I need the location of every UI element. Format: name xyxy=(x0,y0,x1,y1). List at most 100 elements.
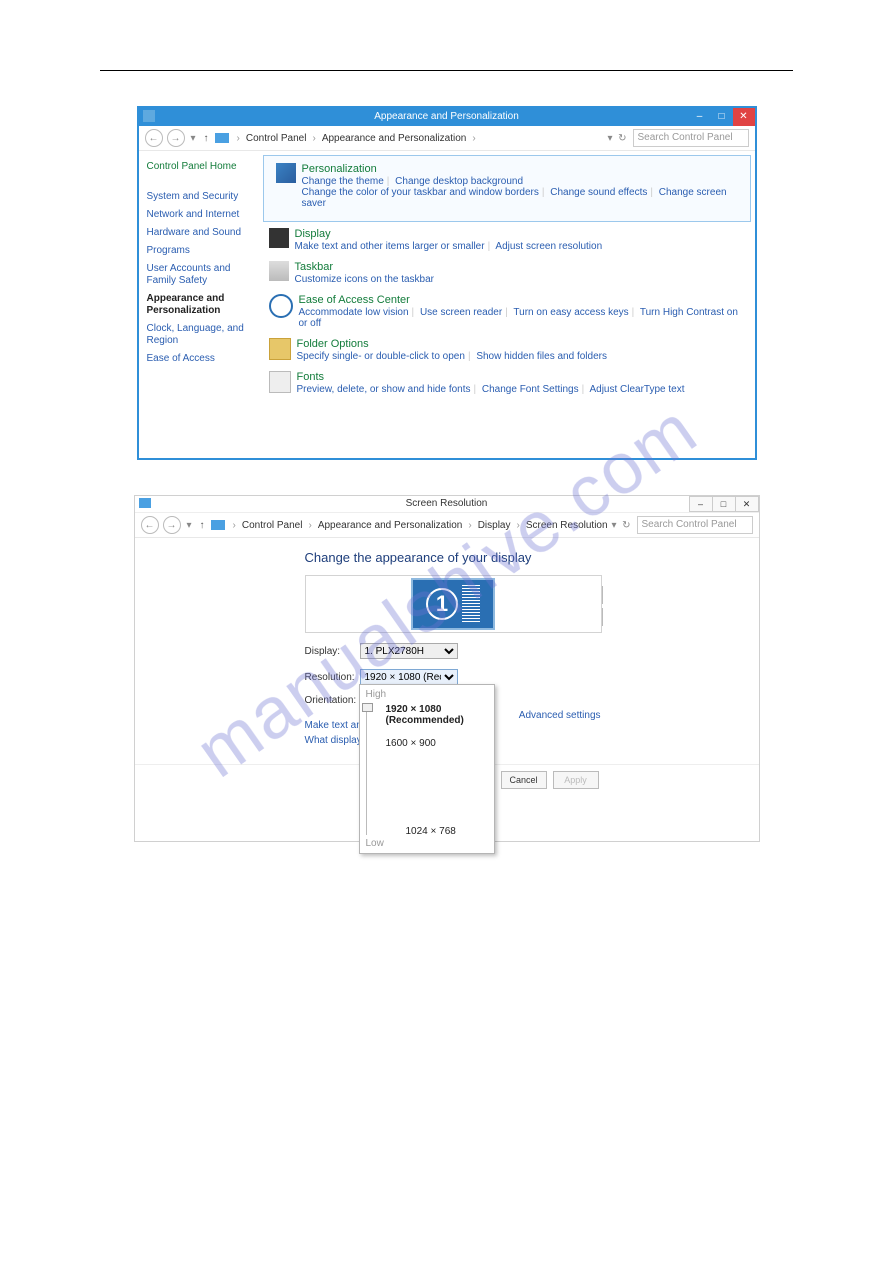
resolution-select[interactable]: 1920 × 1080 (Recommended) xyxy=(360,669,458,685)
resolution-option[interactable]: 1920 × 1080 (Recommended) xyxy=(386,704,488,726)
sublink[interactable]: Accommodate low vision xyxy=(299,307,409,318)
sidebar-item[interactable]: Hardware and Sound xyxy=(147,227,251,239)
sublink[interactable]: Make text and other items larger or smal… xyxy=(295,241,485,252)
sublink[interactable]: Change desktop background xyxy=(395,176,523,187)
crumb-2[interactable]: Appearance and Personalization xyxy=(322,133,467,144)
titlebar: Screen Resolution ‒ □ ✕ xyxy=(135,496,759,513)
sublink[interactable]: Change the color of your taskbar and win… xyxy=(302,187,539,198)
section-title[interactable]: Personalization xyxy=(302,163,738,175)
crumb-3[interactable]: Display xyxy=(478,520,511,531)
close-button[interactable]: ✕ xyxy=(735,496,759,512)
maximize-button[interactable]: □ xyxy=(711,108,733,126)
sublink[interactable]: Adjust ClearType text xyxy=(589,384,684,395)
back-button[interactable]: ← xyxy=(141,516,159,534)
forward-button[interactable]: → xyxy=(167,129,185,147)
breadcrumb-sep: › xyxy=(237,133,240,144)
section-folder-options: Folder Options Specify single- or double… xyxy=(263,336,751,364)
back-button[interactable]: ← xyxy=(145,129,163,147)
sublink[interactable]: Specify single- or double-click to open xyxy=(297,351,465,362)
sidebar-home[interactable]: Control Panel Home xyxy=(147,161,251,173)
monitor-icon: 1 xyxy=(411,578,495,630)
section-personalization: Personalization Change the theme| Change… xyxy=(270,161,744,211)
personalization-icon xyxy=(276,163,296,183)
slider-track[interactable] xyxy=(366,703,367,835)
sidebar-item[interactable]: Clock, Language, and Region xyxy=(147,323,251,347)
close-button[interactable]: ✕ xyxy=(733,108,755,126)
window-screen-resolution: Screen Resolution ‒ □ ✕ ← → ▾ ↑ › Contro… xyxy=(134,495,760,842)
section-ease-of-access: Ease of Access Center Accommodate low vi… xyxy=(263,292,751,331)
window-title: Appearance and Personalization xyxy=(374,111,519,122)
sublink[interactable]: Adjust screen resolution xyxy=(495,241,602,252)
slider-thumb[interactable] xyxy=(362,703,373,712)
minimize-button[interactable]: ‒ xyxy=(689,108,711,126)
nav-toolbar: ← → ▾ ↑ › Control Panel › Appearance and… xyxy=(139,126,755,151)
main-panel: Personalization Change the theme| Change… xyxy=(259,151,755,459)
section-fonts: Fonts Preview, delete, or show and hide … xyxy=(263,369,751,397)
folder-icon xyxy=(215,133,229,143)
search-input[interactable]: Search Control Panel xyxy=(633,129,749,147)
folder-options-icon xyxy=(269,338,291,360)
system-icon xyxy=(139,498,151,508)
section-display: Display Make text and other items larger… xyxy=(263,226,751,254)
sidebar: Control Panel Home System and Security N… xyxy=(139,151,259,459)
recent-dropdown[interactable]: ▾ xyxy=(187,520,192,531)
refresh-dropdown[interactable]: ▾ ↻ xyxy=(608,133,627,144)
display-preview[interactable]: 1 xyxy=(305,575,602,633)
refresh-dropdown[interactable]: ▾ ↻ xyxy=(612,520,631,531)
sublink[interactable]: Change Font Settings xyxy=(482,384,579,395)
window-appearance: Appearance and Personalization ‒ □ ✕ ← →… xyxy=(137,106,757,460)
sublink[interactable]: Preview, delete, or show and hide fonts xyxy=(297,384,471,395)
crumb-4[interactable]: Screen Resolution xyxy=(526,520,608,531)
section-title[interactable]: Folder Options xyxy=(297,338,607,350)
resolution-option[interactable]: 1600 × 900 xyxy=(386,738,488,749)
monitor-number: 1 xyxy=(426,588,458,620)
system-icon xyxy=(143,110,155,122)
sublink[interactable]: Turn on easy access keys xyxy=(513,307,628,318)
sublink[interactable]: Customize icons on the taskbar xyxy=(295,274,435,285)
recent-dropdown[interactable]: ▾ xyxy=(191,133,196,144)
resolution-dropdown[interactable]: High 1920 × 1080 (Recommended) 1600 × 90… xyxy=(359,684,495,854)
cancel-button[interactable]: Cancel xyxy=(501,771,547,789)
maximize-button[interactable]: □ xyxy=(712,496,736,512)
orientation-label: Orientation: xyxy=(305,695,360,706)
minimize-button[interactable]: ‒ xyxy=(689,496,713,512)
sidebar-item[interactable]: Programs xyxy=(147,245,251,257)
sublink[interactable]: Use screen reader xyxy=(420,307,502,318)
sidebar-item[interactable]: Ease of Access xyxy=(147,353,251,365)
section-title[interactable]: Fonts xyxy=(297,371,685,383)
ease-access-icon xyxy=(269,294,293,318)
crumb-1[interactable]: Control Panel xyxy=(242,520,303,531)
display-label: Display: xyxy=(305,646,360,657)
sidebar-item[interactable]: User Accounts and Family Safety xyxy=(147,263,251,287)
section-title[interactable]: Taskbar xyxy=(295,261,435,273)
crumb-2[interactable]: Appearance and Personalization xyxy=(318,520,463,531)
advanced-settings-link[interactable]: Advanced settings xyxy=(519,710,601,721)
sublink[interactable]: Change the theme xyxy=(302,176,384,187)
resolution-option[interactable]: 1024 × 768 xyxy=(406,826,456,837)
display-icon xyxy=(269,228,289,248)
up-button[interactable]: ↑ xyxy=(200,520,205,531)
resolution-label: Resolution: xyxy=(305,672,360,683)
folder-icon xyxy=(211,520,225,530)
fonts-icon xyxy=(269,371,291,393)
page-heading: Change the appearance of your display xyxy=(305,550,605,565)
sidebar-item[interactable]: System and Security xyxy=(147,191,251,203)
crumb-1[interactable]: Control Panel xyxy=(246,133,307,144)
sublink[interactable]: Show hidden files and folders xyxy=(476,351,607,362)
section-title[interactable]: Display xyxy=(295,228,603,240)
window-title: Screen Resolution xyxy=(406,498,488,509)
apply-button[interactable]: Apply xyxy=(553,771,599,789)
sidebar-item[interactable]: Network and Internet xyxy=(147,209,251,221)
forward-button[interactable]: → xyxy=(163,516,181,534)
search-input[interactable]: Search Control Panel xyxy=(637,516,753,534)
titlebar: Appearance and Personalization ‒ □ ✕ xyxy=(139,108,755,126)
taskbar-icon xyxy=(269,261,289,281)
sublink[interactable]: Change sound effects xyxy=(550,187,647,198)
section-title[interactable]: Ease of Access Center xyxy=(299,294,745,306)
up-button[interactable]: ↑ xyxy=(204,133,209,144)
page-rule xyxy=(100,70,793,71)
slider-low-label: Low xyxy=(366,838,384,849)
display-select[interactable]: 1. PLX2780H xyxy=(360,643,458,659)
nav-toolbar: ← → ▾ ↑ › Control Panel › Appearance and… xyxy=(135,513,759,538)
sidebar-item-current[interactable]: Appearance and Personalization xyxy=(147,293,251,317)
